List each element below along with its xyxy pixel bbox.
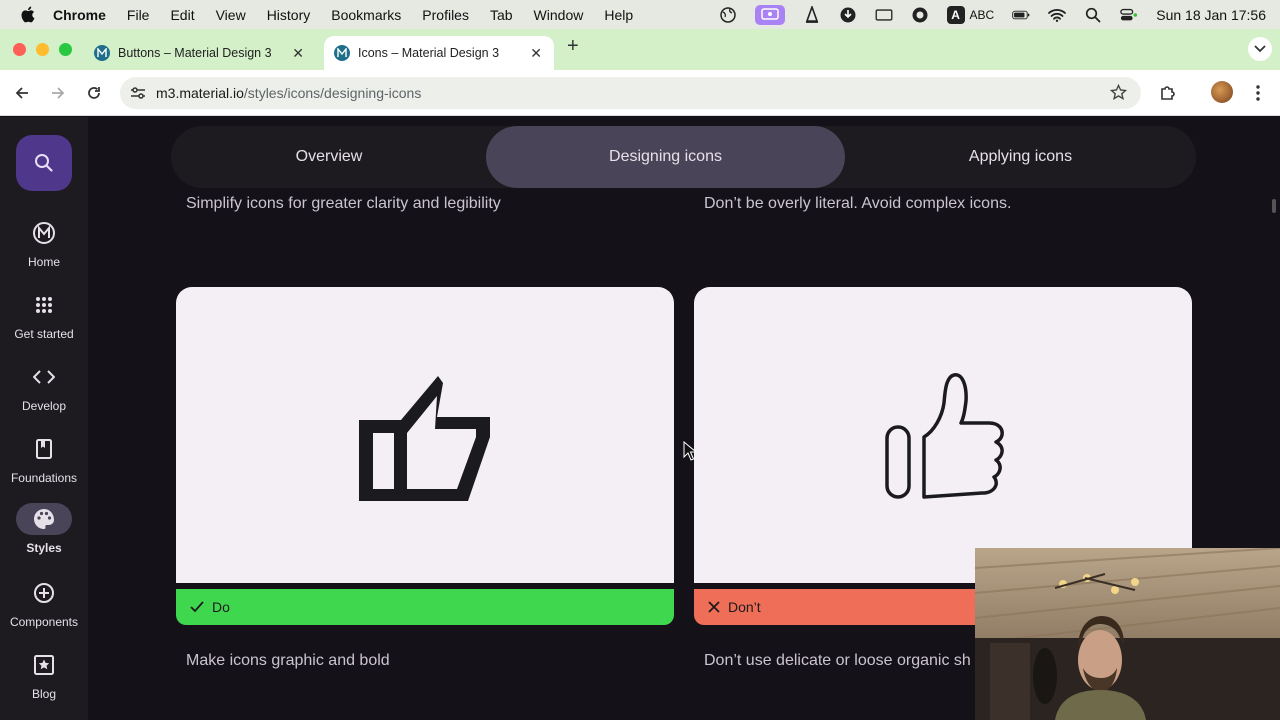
window-minimize-button[interactable] — [36, 43, 49, 56]
material-favicon-icon — [94, 45, 110, 61]
menu-history[interactable]: History — [267, 7, 311, 23]
rail-item-label: Styles — [26, 541, 62, 555]
menu-tab[interactable]: Tab — [490, 7, 513, 23]
code-icon — [16, 361, 72, 393]
menu-help[interactable]: Help — [604, 7, 633, 23]
caption-delicate-organic: Don’t use delicate or loose organic sh — [704, 652, 971, 669]
tab-close-icon[interactable]: ✕ — [292, 45, 304, 62]
tab-title: Icons – Material Design 3 — [358, 46, 500, 60]
screen-share-status-icon[interactable] — [754, 4, 785, 25]
display-status-icon[interactable] — [875, 6, 893, 24]
rail-item-label: Components — [9, 615, 79, 629]
close-x-icon — [708, 601, 720, 613]
m3-logo-icon — [16, 217, 72, 249]
mouse-cursor-icon — [683, 441, 697, 461]
dont-example-card — [694, 287, 1192, 583]
globe-status-icon[interactable] — [719, 6, 737, 24]
bold-thumb-up-icon — [359, 376, 490, 501]
menu-view[interactable]: View — [216, 7, 246, 23]
star-doc-icon — [16, 649, 72, 681]
menu-file[interactable]: File — [127, 7, 150, 23]
url-text[interactable]: m3.material.io/styles/icons/designing-ic… — [156, 85, 421, 101]
caption-simplify: Simplify icons for greater clarity and l… — [186, 195, 501, 212]
rail-item-label: Get started — [14, 327, 74, 341]
palette-icon — [16, 503, 72, 535]
material-favicon-icon — [334, 45, 350, 61]
dont-label: Don’t — [728, 599, 761, 615]
search-button[interactable] — [16, 135, 72, 191]
shield-status-icon[interactable] — [839, 6, 857, 24]
macos-menu-bar: Chrome File Edit View History Bookmarks … — [0, 0, 1280, 29]
control-center-icon[interactable] — [1120, 6, 1138, 24]
window-close-button[interactable] — [13, 43, 26, 56]
tab-designing-icons[interactable]: Designing icons — [486, 126, 845, 188]
thin-organic-thumb-up-icon — [885, 373, 1004, 499]
record-status-icon[interactable] — [911, 6, 929, 24]
profile-avatar[interactable] — [1211, 81, 1233, 103]
browser-tab-buttons[interactable]: Buttons – Material Design 3 ✕ — [84, 36, 316, 70]
browser-tab-icons[interactable]: Icons – Material Design 3 ✕ — [324, 36, 554, 70]
rail-item-foundations[interactable]: Foundations — [0, 433, 88, 485]
reload-icon[interactable] — [83, 82, 105, 104]
rail-item-get-started[interactable]: Get started — [0, 289, 88, 341]
tab-applying-icons[interactable]: Applying icons — [845, 126, 1196, 188]
browser-toolbar: m3.material.io/styles/icons/designing-ic… — [0, 70, 1280, 116]
browser-tab-strip: Buttons – Material Design 3 ✕ Icons – Ma… — [0, 29, 1280, 70]
page-tabs: Overview Designing icons Applying icons — [171, 126, 1196, 188]
add-circle-icon — [16, 577, 72, 609]
more-vert-icon[interactable] — [1247, 82, 1269, 104]
check-icon — [190, 601, 204, 613]
rail-item-components[interactable]: Components — [0, 577, 88, 629]
rail-item-label: Develop — [21, 399, 67, 413]
tab-close-icon[interactable]: ✕ — [530, 45, 542, 62]
menu-window[interactable]: Window — [534, 7, 584, 23]
rail-item-develop[interactable]: Develop — [0, 361, 88, 413]
apple-icon[interactable] — [19, 6, 35, 23]
navigation-rail: Home Get started Develop Foundations Sty — [0, 117, 88, 720]
tab-overview[interactable]: Overview — [171, 126, 487, 188]
do-label: Do — [212, 599, 230, 615]
menu-edit[interactable]: Edit — [170, 7, 194, 23]
menu-bar-status-area: A ABC Sun 18 Jan 17:56 — [719, 0, 1266, 29]
input-source-icon: A — [946, 5, 965, 24]
rail-item-styles[interactable]: Styles — [0, 503, 88, 555]
search-icon — [35, 154, 53, 172]
menu-bookmarks[interactable]: Bookmarks — [331, 7, 401, 23]
tab-title: Buttons – Material Design 3 — [118, 46, 272, 60]
rail-item-home[interactable]: Home — [0, 217, 88, 269]
webcam-overlay — [975, 548, 1280, 720]
spotlight-search-icon[interactable] — [1084, 6, 1102, 24]
rail-item-label: Home — [27, 255, 60, 269]
site-info-tune-icon[interactable] — [128, 86, 148, 100]
back-arrow-icon[interactable] — [11, 82, 33, 104]
new-tab-button[interactable]: + — [567, 35, 579, 58]
do-example-card — [176, 287, 674, 583]
caption-overly-literal: Don’t be overly literal. Avoid complex i… — [704, 195, 1012, 212]
menu-profiles[interactable]: Profiles — [422, 7, 469, 23]
presenter-video-frame — [975, 548, 1280, 720]
apps-grid-icon — [16, 289, 72, 321]
url-path: /styles/icons/designing-icons — [243, 85, 422, 101]
input-source[interactable]: A ABC — [946, 5, 995, 24]
wifi-icon[interactable] — [1048, 6, 1067, 24]
forward-arrow-icon[interactable] — [47, 82, 69, 104]
rail-item-label: Foundations — [10, 471, 78, 485]
menu-app-name[interactable]: Chrome — [53, 7, 106, 23]
do-label-bar: Do — [176, 589, 674, 625]
bookmark-star-icon[interactable] — [1109, 83, 1128, 106]
vlc-cone-icon[interactable] — [803, 5, 821, 24]
book-icon — [16, 433, 72, 465]
address-bar[interactable]: m3.material.io/styles/icons/designing-ic… — [120, 77, 1141, 109]
window-zoom-button[interactable] — [59, 43, 72, 56]
tab-search-chevron-icon[interactable] — [1248, 37, 1272, 61]
page-scrollbar-thumb[interactable] — [1272, 199, 1276, 213]
extensions-puzzle-icon[interactable] — [1157, 82, 1179, 104]
rail-item-blog[interactable]: Blog — [0, 649, 88, 701]
caption-graphic-bold: Make icons graphic and bold — [186, 652, 390, 669]
menu-bar-clock[interactable]: Sun 18 Jan 17:56 — [1156, 7, 1266, 23]
url-host: m3.material.io — [156, 85, 244, 101]
rail-item-label: Blog — [31, 687, 57, 701]
battery-icon[interactable] — [1012, 6, 1030, 24]
input-source-label: ABC — [969, 7, 995, 22]
